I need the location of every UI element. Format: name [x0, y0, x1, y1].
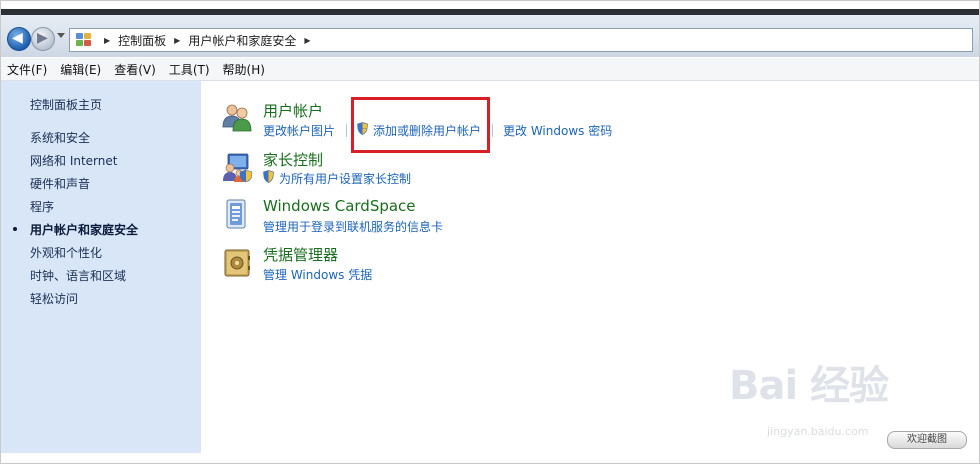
sidebar-item-user-accounts[interactable]: 用户帐户和家庭安全: [30, 221, 138, 238]
uac-shield-icon: [263, 170, 274, 183]
forward-button[interactable]: ▶: [31, 27, 55, 51]
back-button[interactable]: ◀: [7, 27, 31, 51]
users-icon[interactable]: [221, 101, 253, 133]
sidebar-item-hardware-sound[interactable]: 硬件和声音: [30, 175, 90, 192]
sidebar: 控制面板主页 系统和安全 网络和 Internet 硬件和声音 程序 用户帐户和…: [1, 81, 201, 453]
breadcrumb-item-control-panel[interactable]: 控制面板: [118, 32, 166, 49]
control-panel-window: ◀ ▶ ▶ 控制面板 ▶ 用户帐户和家庭安全 ▶ 文件(F) 编辑(E) 查看(…: [0, 0, 980, 464]
breadcrumb-chevron-icon[interactable]: ▶: [104, 36, 110, 45]
menu-file[interactable]: 文件(F): [1, 61, 54, 78]
change-windows-password-link[interactable]: 更改 Windows 密码: [503, 122, 612, 139]
manage-info-cards-link[interactable]: 管理用于登录到联机服务的信息卡: [263, 218, 443, 235]
manage-windows-credentials-link[interactable]: 管理 Windows 凭据: [263, 266, 372, 283]
forward-arrow-icon: ▶: [37, 30, 48, 46]
history-dropdown-icon[interactable]: [57, 33, 65, 38]
card-icon[interactable]: [221, 198, 253, 230]
vault-icon[interactable]: [221, 246, 253, 278]
sidebar-item-clock-region[interactable]: 时钟、语言和区域: [30, 267, 126, 284]
cardspace-title[interactable]: Windows CardSpace: [263, 197, 416, 215]
breadcrumb-chevron-icon[interactable]: ▶: [304, 36, 310, 45]
sidebar-item-system-security[interactable]: 系统和安全: [30, 129, 90, 146]
set-parental-controls-link[interactable]: 为所有用户设置家长控制: [279, 170, 411, 187]
credential-manager-title[interactable]: 凭据管理器: [263, 244, 338, 265]
sidebar-item-appearance[interactable]: 外观和个性化: [30, 244, 102, 261]
user-accounts-title[interactable]: 用户帐户: [263, 100, 323, 121]
family-icon[interactable]: [221, 151, 253, 183]
sidebar-item-network[interactable]: 网络和 Internet: [30, 152, 117, 169]
breadcrumb-chevron-icon[interactable]: ▶: [174, 36, 180, 45]
window-top-edge: [1, 9, 979, 15]
snip-label-badge: 欢迎截图: [887, 431, 967, 449]
breadcrumb-item-user-accounts[interactable]: 用户帐户和家庭安全: [188, 32, 296, 49]
annotation-highlight-box: [351, 97, 490, 153]
address-box[interactable]: ▶ 控制面板 ▶ 用户帐户和家庭安全 ▶: [69, 28, 973, 52]
control-panel-icon: [76, 33, 92, 47]
baidu-watermark: Bai 经验 jingyan.baidu.com: [729, 353, 929, 443]
menu-view[interactable]: 查看(V): [108, 61, 163, 78]
watermark-url: jingyan.baidu.com: [767, 425, 869, 438]
sidebar-item-programs[interactable]: 程序: [30, 198, 54, 215]
task-divider: [346, 124, 347, 137]
back-arrow-icon: ◀: [12, 30, 23, 46]
watermark-logo: Bai 经验: [729, 363, 889, 409]
parental-controls-title[interactable]: 家长控制: [263, 149, 323, 170]
task-divider: [492, 124, 493, 137]
menu-tools[interactable]: 工具(T): [163, 61, 217, 78]
menu-bar: 文件(F) 编辑(E) 查看(V) 工具(T) 帮助(H): [1, 58, 979, 81]
menu-edit[interactable]: 编辑(E): [54, 61, 108, 78]
address-bar-strip: ◀ ▶ ▶ 控制面板 ▶ 用户帐户和家庭安全 ▶: [1, 9, 979, 57]
change-account-picture-link[interactable]: 更改帐户图片: [263, 122, 335, 139]
current-item-bullet-icon: [13, 227, 17, 231]
menu-help[interactable]: 帮助(H): [217, 61, 272, 78]
sidebar-item-home[interactable]: 控制面板主页: [30, 96, 102, 113]
sidebar-item-ease-of-access[interactable]: 轻松访问: [30, 290, 78, 307]
